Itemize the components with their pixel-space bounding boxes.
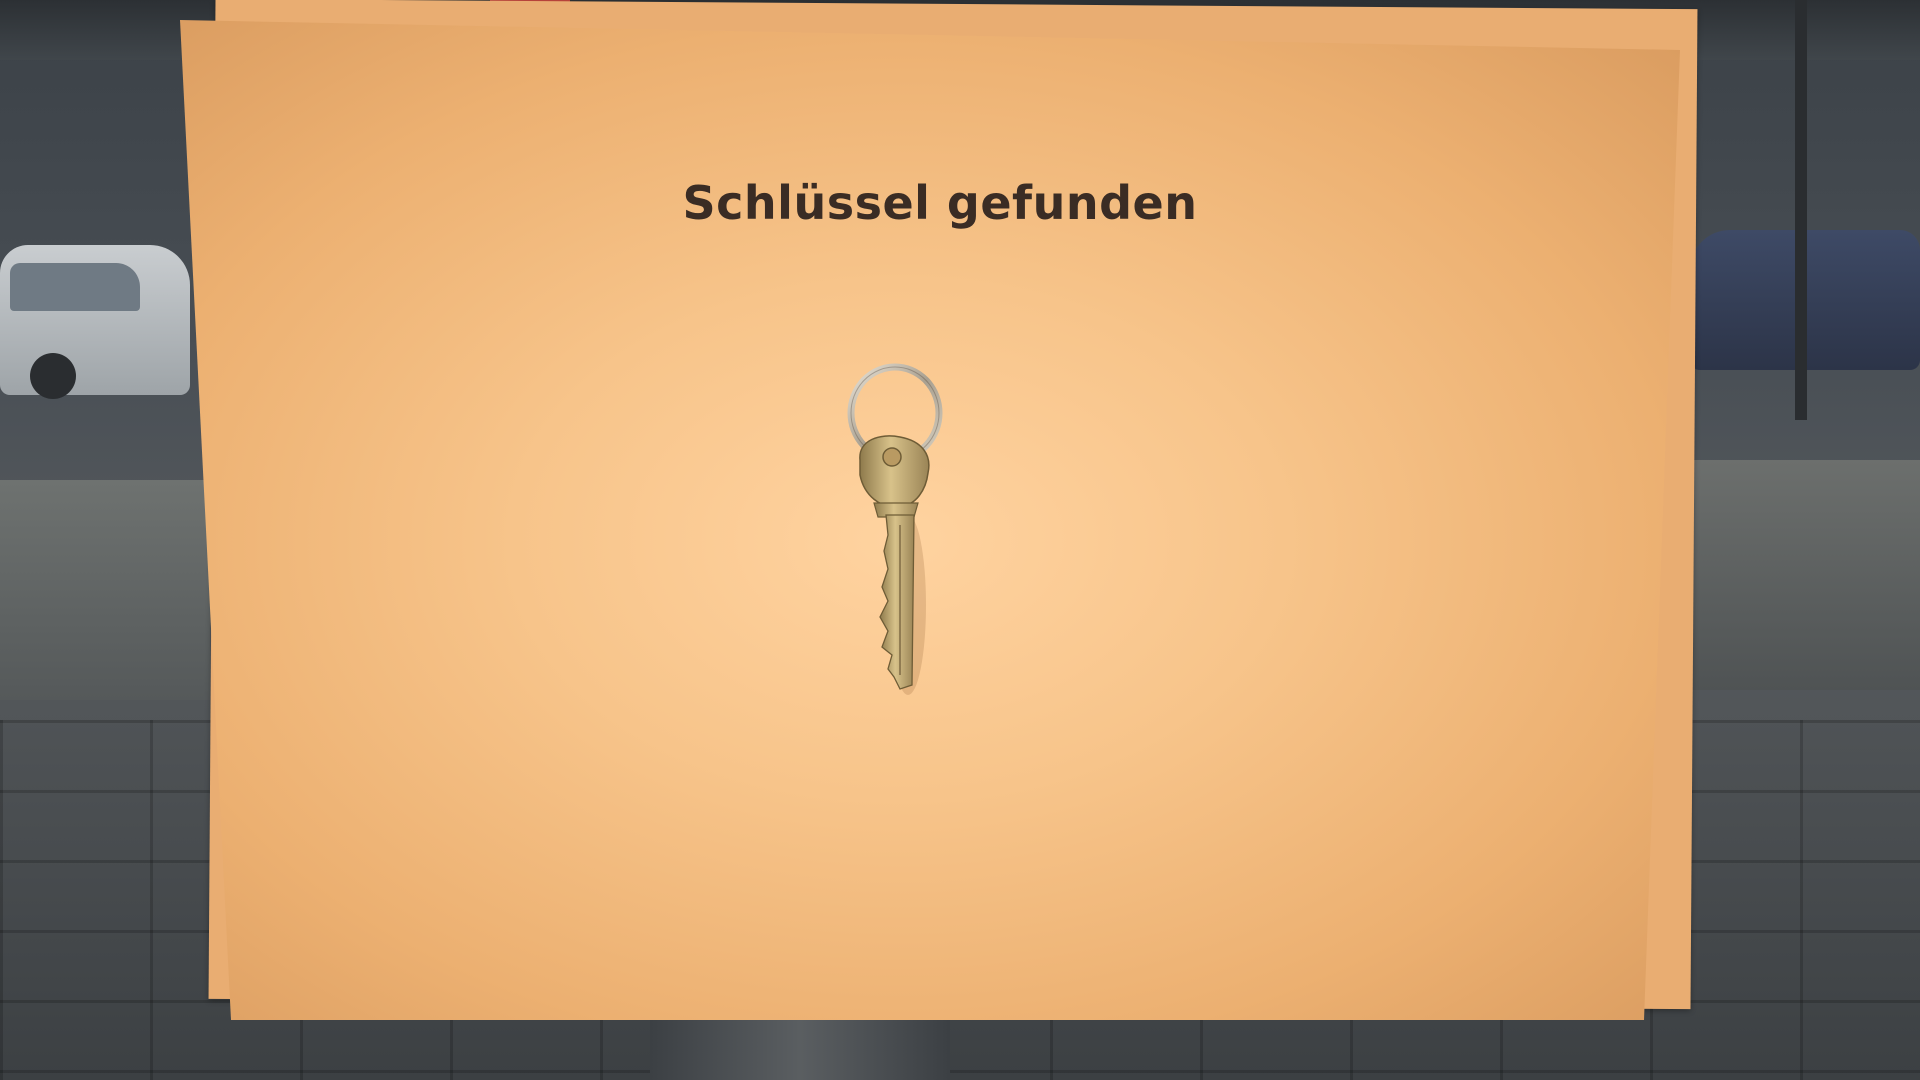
background-planter-left bbox=[0, 480, 210, 700]
photo-scene: Schlüssel gefunden bbox=[0, 0, 1920, 1080]
background-car-white bbox=[0, 245, 190, 399]
background-planter-right bbox=[1655, 460, 1920, 690]
sign-title: Schlüssel gefunden bbox=[682, 176, 1198, 230]
key-icon bbox=[847, 363, 943, 695]
